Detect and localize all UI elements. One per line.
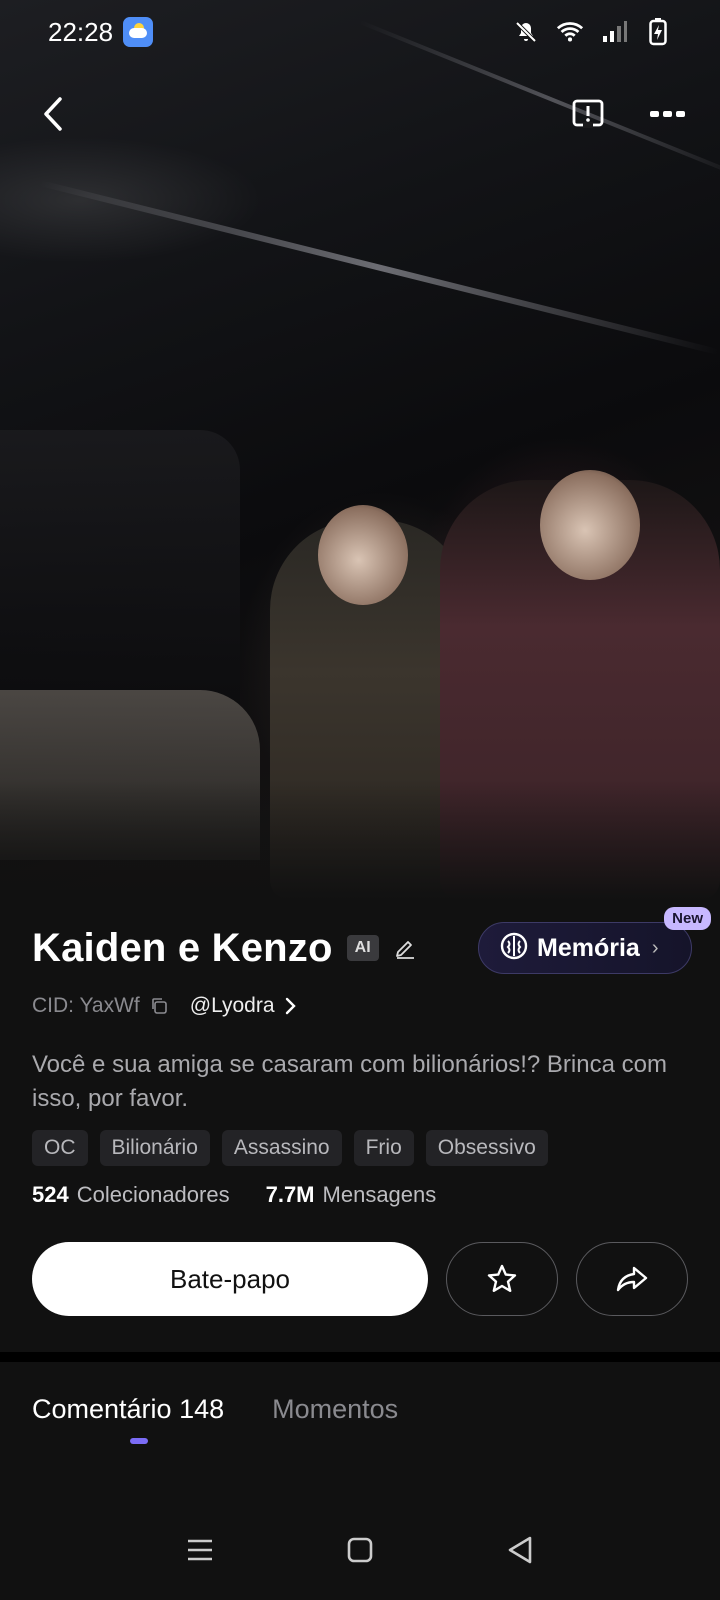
status-bar: 22:28 [0, 0, 720, 64]
collectors-count: 524 [32, 1182, 69, 1207]
chevron-right-icon: › [651, 936, 659, 959]
download-icon[interactable] [566, 92, 610, 136]
favorite-button[interactable] [446, 1242, 558, 1316]
section-divider [0, 1352, 720, 1362]
character-description: Você e sua amiga se casaram com bilionár… [32, 1051, 667, 1112]
system-nav-bar [0, 1500, 720, 1600]
character-id: CID: YaxWf [32, 994, 140, 1017]
status-time: 22:28 [48, 16, 114, 47]
messages-stat: 7.7M Mensagens [266, 1182, 437, 1208]
character-name: Kaiden e Kenzo [32, 925, 333, 970]
weather-icon [123, 17, 154, 47]
share-icon [616, 1266, 648, 1292]
tab-moments[interactable]: Momentos [272, 1394, 398, 1449]
back-icon[interactable] [32, 92, 76, 136]
chat-button[interactable]: Bate-papo [32, 1242, 428, 1316]
tag[interactable]: Assassino [221, 1130, 342, 1166]
share-button[interactable] [576, 1242, 688, 1316]
chevron-right-icon [285, 997, 296, 1015]
new-badge: New [664, 907, 711, 930]
back-nav-icon[interactable] [490, 1520, 550, 1580]
mute-icon [512, 18, 540, 46]
menu-icon[interactable] [170, 1520, 230, 1580]
author-link[interactable]: @Lyodra [190, 994, 297, 1018]
car-window [0, 430, 240, 710]
action-bar: Bate-papo [32, 1242, 688, 1316]
wifi-icon [556, 18, 584, 46]
person-right-head [540, 470, 640, 580]
signal-icon [600, 18, 628, 46]
stats-row: 524 Colecionadores 7.7M Mensagens [32, 1182, 692, 1208]
messages-label: Mensagens [322, 1182, 437, 1207]
content-tabs: Comentário 148 Momentos [32, 1394, 398, 1449]
memory-label: Memória [537, 933, 640, 962]
star-icon [487, 1264, 517, 1292]
home-icon[interactable] [330, 1520, 390, 1580]
tab-comments[interactable]: Comentário 148 [32, 1394, 224, 1449]
collectors-stat: 524 Colecionadores [32, 1182, 230, 1208]
edit-icon[interactable] [393, 936, 417, 960]
collectors-label: Colecionadores [76, 1182, 230, 1207]
tag-list: OC Bilionário Assassino Frio Obsessivo [32, 1130, 692, 1166]
tag[interactable]: Obsessivo [425, 1130, 548, 1166]
messages-count: 7.7M [265, 1182, 315, 1207]
tag[interactable]: Bilionário [99, 1130, 210, 1166]
author-name: @Lyodra [189, 994, 275, 1017]
ai-badge: AI [346, 935, 379, 961]
battery-charging-icon [644, 18, 672, 46]
active-tab-indicator [130, 1438, 148, 1444]
person-left-head [318, 505, 408, 605]
top-nav [0, 86, 720, 142]
tag[interactable]: Frio [353, 1130, 414, 1166]
more-icon[interactable] [646, 92, 690, 136]
character-info: Kaiden e Kenzo AI Memória › New CID: Yax… [32, 907, 711, 1208]
copy-icon[interactable] [148, 995, 170, 1017]
memory-button[interactable]: Memória › New [478, 907, 711, 974]
brain-icon [499, 931, 529, 966]
tag[interactable]: OC [32, 1130, 88, 1166]
